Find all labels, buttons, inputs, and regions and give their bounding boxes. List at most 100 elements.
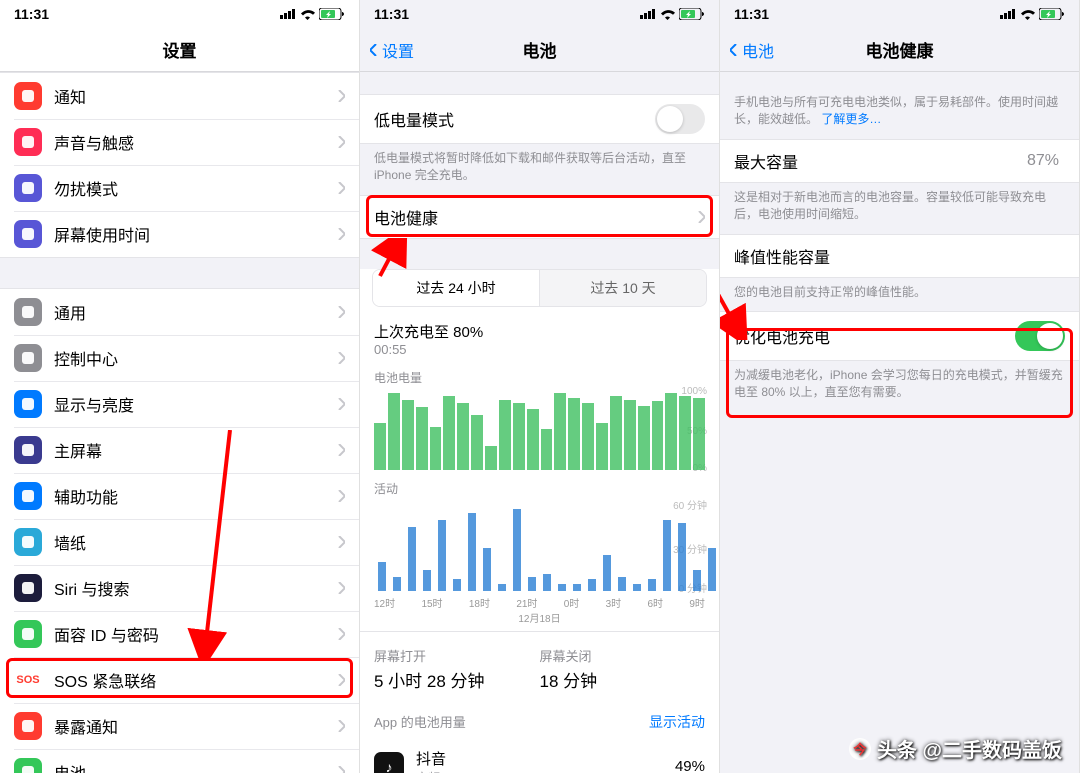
row-general[interactable]: 通用 [0,289,359,335]
status-right [640,8,705,20]
status-bar: 11:31 [720,0,1079,28]
row-label: Siri 与搜索 [54,576,337,600]
row-label: 电池 [54,760,337,773]
screen-battery-health: 11:31 电池 电池健康 手机电池与所有可充电电池类似，属于易耗部件。使用时间… [720,0,1080,773]
max-capacity-label: 最大容量 [734,149,1027,173]
app-row-douyin[interactable]: ♪ 抖音 音频 49% [360,738,719,773]
opt-switch[interactable] [1015,321,1065,351]
watermark: 今 头条 @二手数码盖饭 [849,734,1062,763]
row-sounds[interactable]: 声音与触感 [0,119,359,165]
row-accessibility[interactable]: 辅助功能 [0,473,359,519]
screen-on-label: 屏幕打开 [374,646,540,665]
row-label: 勿扰模式 [54,176,337,200]
chevron-right-icon [337,306,345,318]
chevron-right-icon [337,90,345,102]
max-capacity-row: 最大容量 87% [720,140,1079,182]
watermark-icon: 今 [849,738,871,760]
screen-settings: 11:31 设置 通知声音与触感勿扰模式屏幕使用时间 通用控制中心显示与亮度主屏… [0,0,360,773]
chevron-right-icon [337,490,345,502]
status-bar: 11:31 [360,0,719,28]
row-label: 辅助功能 [54,484,337,508]
row-label: 暴露通知 [54,714,337,738]
max-capacity-value: 87% [1027,152,1059,170]
low-power-mode-row[interactable]: 低电量模式 [360,95,719,143]
watermark-text: 头条 @二手数码盖饭 [877,734,1062,763]
row-label: 主屏幕 [54,438,337,462]
screen-time-summary: 屏幕打开 5 小时 28 分钟 屏幕关闭 18 分钟 [360,631,719,700]
chevron-right-icon [337,228,345,240]
status-right [1000,8,1065,20]
status-time: 11:31 [734,6,769,22]
chevron-right-icon [697,211,705,223]
chart-date: 12月18日 [360,610,719,631]
row-notifications[interactable]: 通知 [0,73,359,119]
row-label: 声音与触感 [54,130,337,154]
row-faceid-passcode[interactable]: 面容 ID 与密码 [0,611,359,657]
navbar: 电池 电池健康 [720,28,1079,72]
optimized-charging-row[interactable]: 优化电池充电 [720,312,1079,360]
opt-label: 优化电池充电 [734,324,1015,348]
app-usage-label: App 的电池用量 [374,712,466,731]
chevron-right-icon [337,674,345,686]
battery-health-label: 电池健康 [374,205,697,229]
intro-text: 手机电池与所有可充电电池类似，属于易耗部件。使用时间越长，能效越低。 了解更多… [720,72,1079,139]
battery-level-chart: 100% 50% 0% [374,390,705,470]
navbar: 设置 电池 [360,28,719,72]
status-bar: 11:31 [0,0,359,28]
row-dnd[interactable]: 勿扰模式 [0,165,359,211]
chevron-right-icon [337,444,345,456]
level-label: 电池电量 [360,363,719,388]
status-right [280,8,345,20]
row-sos[interactable]: SOSSOS 紧急联络 [0,657,359,703]
last-charge-time: 00:55 [360,342,719,363]
row-label: 屏幕使用时间 [54,222,337,246]
row-label: 面容 ID 与密码 [54,622,337,646]
row-control-center[interactable]: 控制中心 [0,335,359,381]
row-label: 墙纸 [54,530,337,554]
chevron-right-icon [337,182,345,194]
activity-chart: 60 分钟 30 分钟 0 分钟 [374,501,705,591]
page-title: 电池 [360,37,719,62]
activity-label: 活动 [360,474,719,499]
learn-more-link[interactable]: 了解更多… [821,112,881,126]
battery-health-row[interactable]: 电池健康 [360,196,719,238]
chart-x-axis: 12时15时18时21时0时3时6时9时 [360,595,719,610]
row-wallpaper[interactable]: 墙纸 [0,519,359,565]
opt-note: 为减缓电池老化，iPhone 会学习您每日的充电模式，并暂缓充电至 80% 以上… [720,361,1079,412]
chevron-right-icon [337,136,345,148]
chevron-right-icon [337,582,345,594]
status-time: 11:31 [14,6,49,22]
max-capacity-note: 这是相对于新电池而言的电池容量。容量较低可能导致充电后，电池使用时间缩短。 [720,183,1079,234]
chevron-right-icon [337,720,345,732]
screen-off-label: 屏幕关闭 [540,646,706,665]
app-name: 抖音 [416,748,675,769]
row-screentime[interactable]: 屏幕使用时间 [0,211,359,257]
seg-10d[interactable]: 过去 10 天 [540,270,706,306]
screen-battery: 11:31 设置 电池 低电量模式 低电量模式将暂时降低如下载和邮件获取等后台活… [360,0,720,773]
row-label: SOS 紧急联络 [54,668,337,692]
app-sub: 音频 [416,769,675,773]
peak-performance-row: 峰值性能容量 [720,235,1079,277]
row-exposure[interactable]: 暴露通知 [0,703,359,749]
seg-24h[interactable]: 过去 24 小时 [373,270,540,306]
time-range-segmented[interactable]: 过去 24 小时 过去 10 天 [372,269,707,307]
chevron-right-icon [337,628,345,640]
low-power-switch[interactable] [655,104,705,134]
status-time: 11:31 [374,6,409,22]
row-label: 控制中心 [54,346,337,370]
page-title: 设置 [0,37,359,62]
row-label: 通用 [54,300,337,324]
row-label: 显示与亮度 [54,392,337,416]
row-battery[interactable]: 电池 [0,749,359,773]
low-power-note: 低电量模式将暂时降低如下载和邮件获取等后台活动，直至 iPhone 完全充电。 [360,144,719,195]
show-activity-link[interactable]: 显示活动 [649,712,705,732]
navbar: 设置 [0,28,359,72]
row-home-screen[interactable]: 主屏幕 [0,427,359,473]
row-siri-search[interactable]: Siri 与搜索 [0,565,359,611]
chevron-right-icon [337,536,345,548]
last-charge-title: 上次充电至 80% [360,311,719,342]
chevron-right-icon [337,398,345,410]
low-power-label: 低电量模式 [374,107,655,131]
row-label: 通知 [54,84,337,108]
row-display-brightness[interactable]: 显示与亮度 [0,381,359,427]
